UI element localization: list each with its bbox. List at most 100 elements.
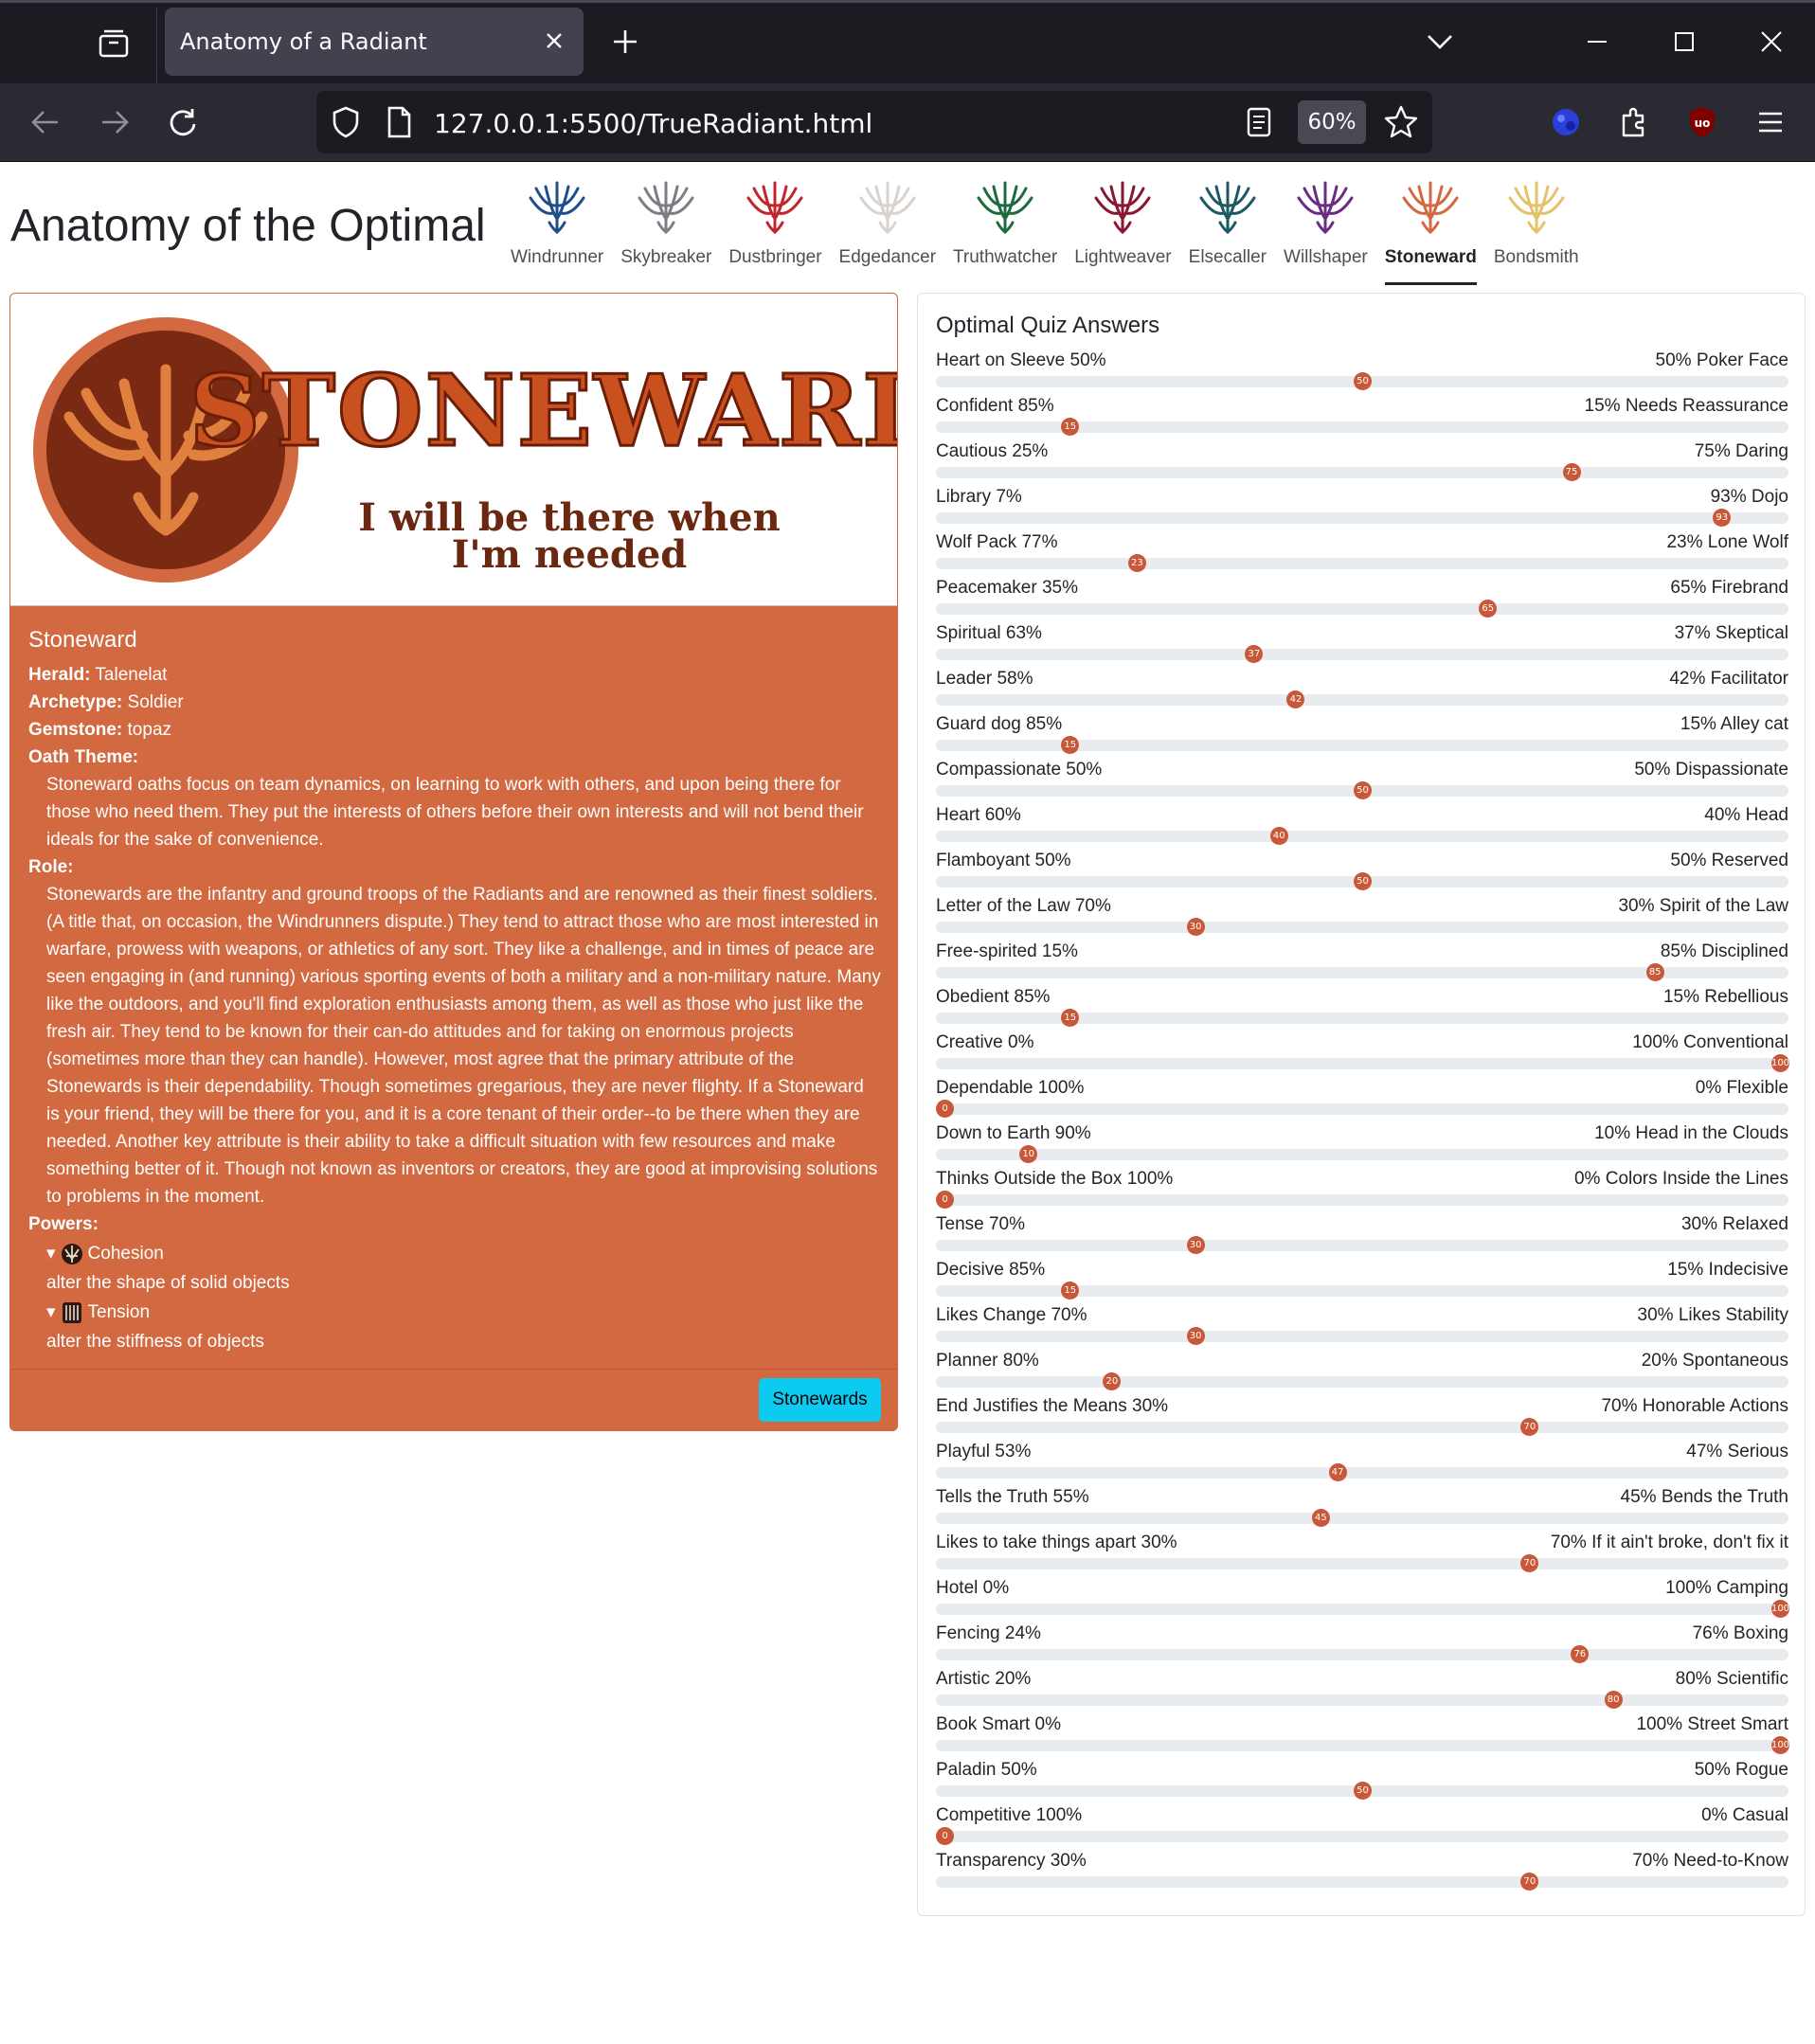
quiz-range-slider[interactable]: 85 [936,963,1788,981]
quiz-range-slider[interactable]: 50 [936,1782,1788,1800]
quiz-slider-thumb[interactable]: 23 [1127,554,1146,572]
quiz-range-slider[interactable]: 70 [936,1873,1788,1891]
order-tab-elsecaller[interactable]: Elsecaller [1180,173,1275,285]
quiz-range-slider[interactable]: 23 [936,554,1788,572]
quiz-slider-thumb[interactable]: 30 [1186,918,1205,936]
forward-arrow-icon[interactable] [95,102,135,142]
power-summary-cohesion[interactable]: ▾ Cohesion [28,1238,881,1269]
zoom-level-badge[interactable]: 60% [1298,100,1366,144]
quiz-slider-thumb[interactable]: 100 [1771,1054,1789,1072]
quiz-slider-thumb[interactable]: 70 [1520,1418,1539,1436]
quiz-slider-thumb[interactable]: 0 [936,1100,954,1118]
reader-view-icon[interactable] [1239,102,1279,142]
quiz-range-slider[interactable]: 15 [936,1282,1788,1300]
order-tab-lightweaver[interactable]: Lightweaver [1066,173,1179,285]
quiz-range-slider[interactable]: 0 [936,1100,1788,1118]
quiz-range-slider[interactable]: 40 [936,827,1788,845]
order-tab-willshaper[interactable]: Willshaper [1275,173,1376,285]
quiz-slider-thumb[interactable]: 10 [1019,1145,1038,1163]
quiz-range-slider[interactable]: 20 [936,1372,1788,1390]
quiz-slider-thumb[interactable]: 100 [1771,1600,1789,1618]
quiz-slider-thumb[interactable]: 50 [1354,1782,1372,1800]
power-summary-tension[interactable]: ▾ Tension [28,1297,881,1328]
quiz-slider-thumb[interactable]: 15 [1061,736,1080,754]
list-all-tabs-chevron-icon[interactable] [1421,23,1459,61]
quiz-range-slider[interactable]: 75 [936,463,1788,481]
quiz-range-slider[interactable]: 42 [936,690,1788,708]
quiz-range-slider[interactable]: 50 [936,781,1788,799]
quiz-range-slider[interactable]: 70 [936,1418,1788,1436]
quiz-slider-thumb[interactable]: 76 [1571,1645,1590,1663]
order-tab-windrunner[interactable]: Windrunner [502,173,612,285]
quiz-range-slider[interactable]: 10 [936,1145,1788,1163]
quiz-slider-thumb[interactable]: 50 [1354,372,1372,390]
new-tab-plus-icon[interactable] [606,23,644,61]
quiz-range-slider[interactable]: 0 [936,1191,1788,1209]
quiz-slider-thumb[interactable]: 70 [1520,1554,1539,1572]
quiz-slider-thumb[interactable]: 37 [1245,645,1264,663]
quiz-slider-thumb[interactable]: 42 [1286,690,1305,708]
quiz-slider-thumb[interactable]: 100 [1771,1736,1789,1754]
quiz-range-slider[interactable]: 93 [936,509,1788,527]
quiz-slider-thumb[interactable]: 65 [1479,600,1498,618]
close-tab-icon[interactable] [540,27,568,55]
quiz-range-slider[interactable]: 15 [936,736,1788,754]
quiz-slider-thumb[interactable]: 85 [1645,963,1664,981]
quiz-range-slider[interactable]: 100 [936,1600,1789,1618]
quiz-slider-thumb[interactable]: 40 [1269,827,1288,845]
quiz-range-slider[interactable]: 50 [936,872,1788,890]
quiz-slider-thumb[interactable]: 15 [1061,418,1080,436]
quiz-range-slider[interactable]: 80 [936,1691,1788,1709]
quiz-range-slider[interactable]: 70 [936,1554,1788,1572]
quiz-range-slider[interactable]: 47 [936,1463,1788,1481]
quiz-range-slider[interactable]: 30 [936,1327,1788,1345]
order-tab-edgedancer[interactable]: Edgedancer [831,173,944,285]
quiz-slider-thumb[interactable]: 45 [1311,1509,1330,1527]
quiz-slider-thumb[interactable]: 93 [1713,509,1732,527]
quiz-slider-thumb[interactable]: 75 [1562,463,1581,481]
quiz-range-slider[interactable]: 50 [936,372,1788,390]
quiz-slider-thumb[interactable]: 47 [1328,1463,1347,1481]
extension-globe-icon[interactable] [1546,102,1586,142]
quiz-range-slider[interactable]: 30 [936,1236,1788,1254]
quiz-slider-thumb[interactable]: 50 [1354,781,1372,799]
quiz-range-slider[interactable]: 45 [936,1509,1788,1527]
quiz-slider-thumb[interactable]: 30 [1186,1236,1205,1254]
order-tab-skybreaker[interactable]: Skybreaker [612,173,720,285]
quiz-slider-thumb[interactable]: 15 [1061,1009,1080,1027]
url-text[interactable]: 127.0.0.1:5500/TrueRadiant.html [434,108,872,139]
quiz-range-slider[interactable]: 100 [936,1736,1789,1754]
close-window-icon[interactable] [1752,23,1790,61]
order-tab-truthwatcher[interactable]: Truthwatcher [944,173,1066,285]
extensions-puzzle-icon[interactable] [1614,102,1654,142]
maximize-icon[interactable] [1665,23,1703,61]
order-tab-stoneward[interactable]: Stoneward [1376,173,1485,285]
quiz-slider-thumb[interactable]: 15 [1061,1282,1080,1300]
quiz-slider-thumb[interactable]: 0 [936,1191,954,1209]
quiz-slider-thumb[interactable]: 20 [1103,1372,1122,1390]
quiz-slider-thumb[interactable]: 30 [1186,1327,1205,1345]
quiz-range-slider[interactable]: 15 [936,418,1788,436]
quiz-range-slider[interactable]: 65 [936,600,1788,618]
quiz-slider-thumb[interactable]: 0 [936,1827,954,1845]
shield-icon[interactable] [326,102,366,142]
quiz-range-slider[interactable]: 76 [936,1645,1788,1663]
tab-overview-icon[interactable] [93,23,135,64]
minimize-icon[interactable] [1578,23,1616,61]
quiz-slider-thumb[interactable]: 70 [1520,1873,1539,1891]
page-document-icon[interactable] [379,102,419,142]
order-tab-dustbringer[interactable]: Dustbringer [720,173,830,285]
back-arrow-icon[interactable] [26,102,65,142]
quiz-slider-thumb[interactable]: 80 [1604,1691,1623,1709]
ublock-shield-icon[interactable]: uo [1682,102,1722,142]
bookmark-star-icon[interactable] [1381,102,1421,142]
hamburger-menu-icon[interactable] [1751,102,1790,142]
quiz-range-slider[interactable]: 15 [936,1009,1788,1027]
quiz-slider-thumb[interactable]: 50 [1354,872,1372,890]
reload-icon[interactable] [163,102,203,142]
order-tab-bondsmith[interactable]: Bondsmith [1485,173,1588,285]
quiz-range-slider[interactable]: 0 [936,1827,1788,1845]
quiz-range-slider[interactable]: 100 [936,1054,1789,1072]
quiz-range-slider[interactable]: 30 [936,918,1788,936]
quiz-range-slider[interactable]: 37 [936,645,1788,663]
